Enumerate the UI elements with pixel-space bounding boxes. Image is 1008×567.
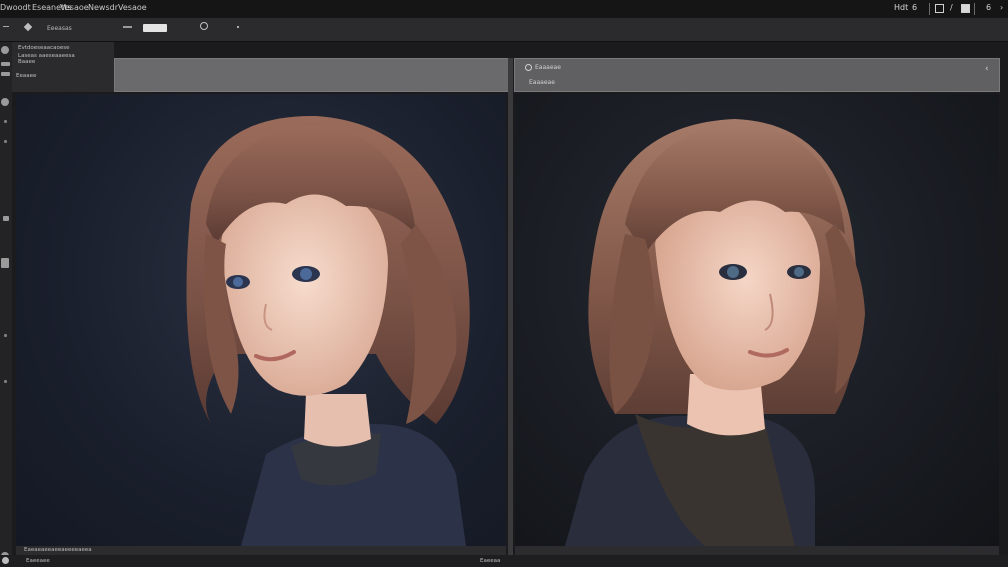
toolbar: Eeeasas: [0, 18, 1008, 42]
reset-icon[interactable]: [200, 22, 208, 30]
tool-strip: [0, 42, 12, 567]
left-panel-header: [114, 58, 510, 92]
bottom-left-text: Eaeeaee: [26, 558, 50, 564]
left-status-bar: Eaeaeaeeaeeaeeeeaeea: [16, 546, 506, 555]
title-label: Hdt: [894, 3, 909, 12]
menu-bar: Dwoodt Eseanetts Vesaoe Newsdr Vesaoe Hd…: [0, 0, 1008, 18]
window-icon[interactable]: [961, 4, 970, 13]
toolbar-value-field[interactable]: [143, 24, 167, 32]
right-image-viewport[interactable]: [515, 94, 999, 546]
info-line-1: Evtdoeseaacaoese: [18, 45, 70, 51]
menu-item-file[interactable]: Dwoodt: [0, 3, 31, 12]
radio-icon[interactable]: [525, 64, 532, 71]
heart-icon[interactable]: [23, 22, 33, 32]
left-image-viewport[interactable]: [16, 94, 506, 546]
gear-icon[interactable]: [1, 72, 10, 76]
panel-icon[interactable]: [935, 4, 944, 13]
right-status-bar: [515, 546, 999, 555]
toolbar-label: Eeeasas: [47, 25, 72, 32]
menu-icon[interactable]: [3, 26, 9, 27]
bottom-bar: Eaeeaee Eaeeaa: [0, 555, 1008, 567]
menu-item-view[interactable]: Vesaoe: [60, 3, 89, 12]
bottom-mid-text: Eaeeaa: [480, 558, 501, 564]
layers-icon[interactable]: [3, 216, 9, 221]
tool-dot-icon: [4, 120, 7, 123]
status-icon[interactable]: [2, 557, 9, 564]
settings-icon[interactable]: 6: [912, 3, 917, 12]
right-panel-header: Eaaaeae Eaaaeae ‹: [514, 58, 1000, 92]
left-portrait-image: [186, 115, 470, 546]
info-line-3: Baaee: [18, 59, 36, 65]
tool-dot-icon-4: [4, 380, 7, 383]
crop-icon[interactable]: [1, 62, 10, 66]
left-status-text: Eaeaeaeeaeeaeeeeaeea: [24, 547, 92, 553]
chevron-icon[interactable]: ‹: [985, 64, 989, 74]
toolbar-minus-icon[interactable]: [123, 26, 132, 28]
pen-icon[interactable]: /: [950, 3, 953, 12]
brush-icon[interactable]: [1, 98, 9, 106]
eye-icon[interactable]: [1, 46, 9, 54]
tool-dot-icon-3: [4, 334, 7, 337]
sync-icon[interactable]: 6: [986, 3, 991, 12]
menu-item-image[interactable]: Newsdr: [88, 3, 118, 12]
right-panel-title: Eaaaeae: [535, 64, 561, 71]
close-icon[interactable]: ›: [1000, 3, 1003, 12]
tool-dot-icon-2: [4, 140, 7, 143]
title-separator-2: [974, 3, 975, 15]
title-separator: [929, 3, 930, 15]
info-line-4: Eeaaee: [16, 73, 37, 79]
right-portrait-image: [565, 119, 865, 546]
info-panel: Evtdoeseaacaoese Laseas aaeseaaeesa Baae…: [12, 42, 114, 92]
menu-item-window[interactable]: Vesaoe: [118, 3, 147, 12]
panel-divider[interactable]: [508, 58, 513, 555]
toolbar-dot-icon: [237, 26, 239, 28]
stack-icon[interactable]: [1, 258, 9, 268]
right-panel-subtitle: Eaaaeae: [529, 79, 555, 86]
